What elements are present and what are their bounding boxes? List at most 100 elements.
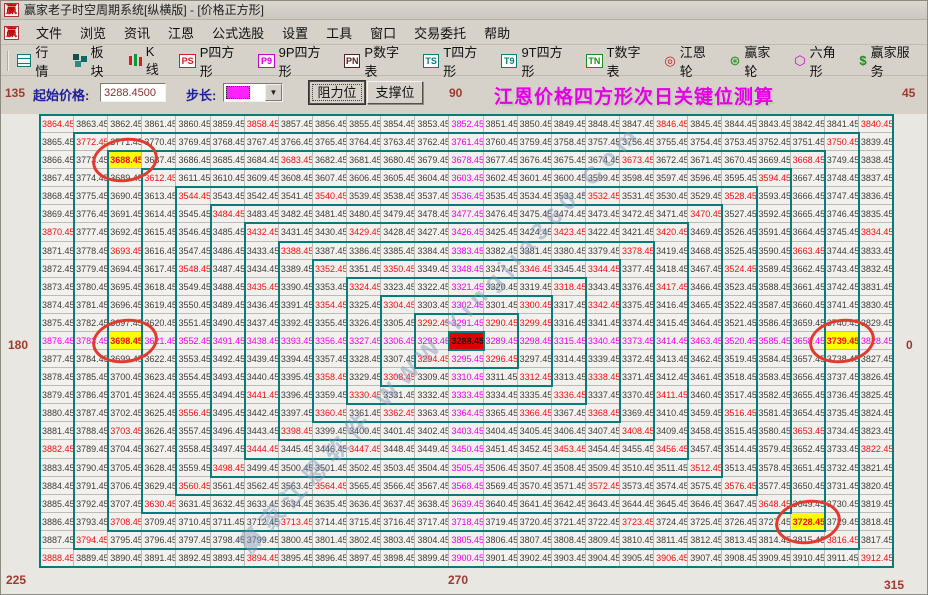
price-cell[interactable]: 3724.45 bbox=[654, 512, 689, 531]
price-cell[interactable]: 3800.45 bbox=[278, 530, 313, 549]
price-cell[interactable]: 3294.45 bbox=[415, 350, 450, 369]
price-cell[interactable]: 3824.45 bbox=[858, 404, 893, 423]
price-cell[interactable]: 3760.45 bbox=[483, 133, 518, 152]
price-cell[interactable]: 3381.45 bbox=[517, 241, 552, 260]
price-cell[interactable]: 3415.45 bbox=[654, 313, 689, 332]
price-cell[interactable]: 3402.45 bbox=[415, 422, 450, 441]
price-cell[interactable]: 3424.45 bbox=[517, 223, 552, 242]
price-cell[interactable]: 3427.45 bbox=[415, 223, 450, 242]
price-cell[interactable]: 3570.45 bbox=[517, 476, 552, 495]
toolbar-button-t-number-table[interactable]: TN T数字表 bbox=[581, 40, 656, 82]
price-cell[interactable]: 3413.45 bbox=[654, 350, 689, 369]
price-cell[interactable]: 3873.45 bbox=[40, 277, 75, 296]
price-cell[interactable]: 3466.45 bbox=[688, 277, 723, 296]
price-cell[interactable]: 3648.45 bbox=[756, 494, 791, 513]
price-cell[interactable]: 3822.45 bbox=[858, 440, 893, 459]
price-cell[interactable]: 3477.45 bbox=[449, 205, 484, 224]
price-cell[interactable]: 3651.45 bbox=[790, 458, 825, 477]
price-cell[interactable]: 3729.45 bbox=[824, 512, 859, 531]
price-cell[interactable]: 3689.45 bbox=[108, 169, 143, 188]
price-cell[interactable]: 3710.45 bbox=[176, 512, 211, 531]
price-cell[interactable]: 3887.45 bbox=[40, 530, 75, 549]
price-cell[interactable]: 3877.45 bbox=[40, 350, 75, 369]
price-cell[interactable]: 3421.45 bbox=[620, 223, 655, 242]
price-cell[interactable]: 3425.45 bbox=[483, 223, 518, 242]
price-cell[interactable]: 3904.45 bbox=[585, 548, 621, 567]
toolbar-button-winner-wheel[interactable]: ⊛ 赢家轮 bbox=[725, 40, 787, 82]
price-cell[interactable]: 3430.45 bbox=[312, 223, 348, 242]
price-cell[interactable]: 3591.45 bbox=[756, 223, 791, 242]
price-cell[interactable]: 3297.45 bbox=[517, 350, 552, 369]
price-cell[interactable]: 3860.45 bbox=[176, 115, 211, 134]
price-cell[interactable]: 3861.45 bbox=[142, 115, 177, 134]
price-cell[interactable]: 3344.45 bbox=[585, 259, 621, 278]
price-cell[interactable]: 3336.45 bbox=[551, 386, 586, 405]
price-cell[interactable]: 3420.45 bbox=[654, 223, 689, 242]
price-cell[interactable]: 3810.45 bbox=[620, 530, 655, 549]
price-cell[interactable]: 3716.45 bbox=[381, 512, 416, 531]
price-cell[interactable]: 3670.45 bbox=[722, 151, 757, 170]
price-cell[interactable]: 3785.45 bbox=[74, 368, 109, 387]
price-cell[interactable]: 3393.45 bbox=[278, 331, 313, 351]
price-cell[interactable]: 3613.45 bbox=[142, 187, 177, 206]
price-cell[interactable]: 3423.45 bbox=[551, 223, 586, 242]
price-cell[interactable]: 3611.45 bbox=[176, 169, 211, 188]
price-cell[interactable]: 3702.45 bbox=[108, 404, 143, 423]
price-cell[interactable]: 3321.45 bbox=[449, 277, 484, 296]
price-cell[interactable]: 3540.45 bbox=[312, 187, 348, 206]
price-cell[interactable]: 3821.45 bbox=[858, 458, 893, 477]
price-cell[interactable]: 3503.45 bbox=[381, 458, 416, 477]
price-cell[interactable]: 3645.45 bbox=[654, 494, 689, 513]
price-cell[interactable]: 3554.45 bbox=[176, 368, 211, 387]
price-cell[interactable]: 3622.45 bbox=[142, 350, 177, 369]
price-cell[interactable]: 3444.45 bbox=[244, 440, 279, 459]
price-cell[interactable]: 3452.45 bbox=[517, 440, 552, 459]
price-cell[interactable]: 3809.45 bbox=[585, 530, 621, 549]
price-cell[interactable]: 3879.45 bbox=[40, 386, 75, 405]
price-cell[interactable]: 3775.45 bbox=[74, 187, 109, 206]
price-cell[interactable]: 3727.45 bbox=[756, 512, 791, 531]
price-cell[interactable]: 3643.45 bbox=[585, 494, 621, 513]
price-cell[interactable]: 3649.45 bbox=[790, 494, 825, 513]
price-cell[interactable]: 3417.45 bbox=[654, 277, 689, 296]
price-cell[interactable]: 3615.45 bbox=[142, 223, 177, 242]
price-cell[interactable]: 3380.45 bbox=[551, 241, 586, 260]
price-cell[interactable]: 3665.45 bbox=[790, 205, 825, 224]
price-cell[interactable]: 3844.45 bbox=[722, 115, 757, 134]
price-cell[interactable]: 3409.45 bbox=[654, 422, 689, 441]
price-cell[interactable]: 3462.45 bbox=[688, 350, 723, 369]
price-cell[interactable]: 3858.45 bbox=[244, 115, 279, 134]
price-cell[interactable]: 3451.45 bbox=[483, 440, 518, 459]
price-cell[interactable]: 3673.45 bbox=[620, 151, 655, 170]
price-cell[interactable]: 3521.45 bbox=[722, 313, 757, 332]
start-price-input[interactable] bbox=[100, 83, 166, 102]
price-cell[interactable]: 3437.45 bbox=[244, 313, 279, 332]
price-cell[interactable]: 3436.45 bbox=[244, 295, 279, 314]
price-cell[interactable]: 3726.45 bbox=[722, 512, 757, 531]
price-cell[interactable]: 3496.45 bbox=[210, 422, 245, 441]
toolbar-button-kline[interactable]: K线 bbox=[123, 42, 171, 80]
price-cell[interactable]: 3788.45 bbox=[74, 422, 109, 441]
price-cell[interactable]: 3834.45 bbox=[858, 223, 893, 242]
price-cell[interactable]: 3886.45 bbox=[40, 512, 75, 531]
price-cell[interactable]: 3888.45 bbox=[40, 548, 75, 567]
price-cell[interactable]: 3322.45 bbox=[415, 277, 450, 296]
price-cell[interactable]: 3595.45 bbox=[722, 169, 757, 188]
price-cell[interactable]: 3657.45 bbox=[790, 350, 825, 369]
price-cell[interactable]: 3383.45 bbox=[449, 241, 484, 260]
price-cell[interactable]: 3288.45 bbox=[449, 331, 484, 351]
price-cell[interactable]: 3438.45 bbox=[244, 331, 279, 351]
price-cell[interactable]: 3881.45 bbox=[40, 422, 75, 441]
price-cell[interactable]: 3666.45 bbox=[790, 187, 825, 206]
price-cell[interactable]: 3302.45 bbox=[449, 295, 484, 314]
price-cell[interactable]: 3376.45 bbox=[620, 277, 655, 296]
price-cell[interactable]: 3715.45 bbox=[347, 512, 382, 531]
price-cell[interactable]: 3713.45 bbox=[278, 512, 313, 531]
price-cell[interactable]: 3489.45 bbox=[210, 295, 245, 314]
price-cell[interactable]: 3576.45 bbox=[722, 476, 757, 495]
price-cell[interactable]: 3494.45 bbox=[210, 386, 245, 405]
toolbar-button-p-square[interactable]: PS P四方形 bbox=[174, 40, 250, 82]
price-cell[interactable]: 3587.45 bbox=[756, 295, 791, 314]
price-cell[interactable]: 3627.45 bbox=[142, 440, 177, 459]
price-cell[interactable]: 3375.45 bbox=[620, 295, 655, 314]
